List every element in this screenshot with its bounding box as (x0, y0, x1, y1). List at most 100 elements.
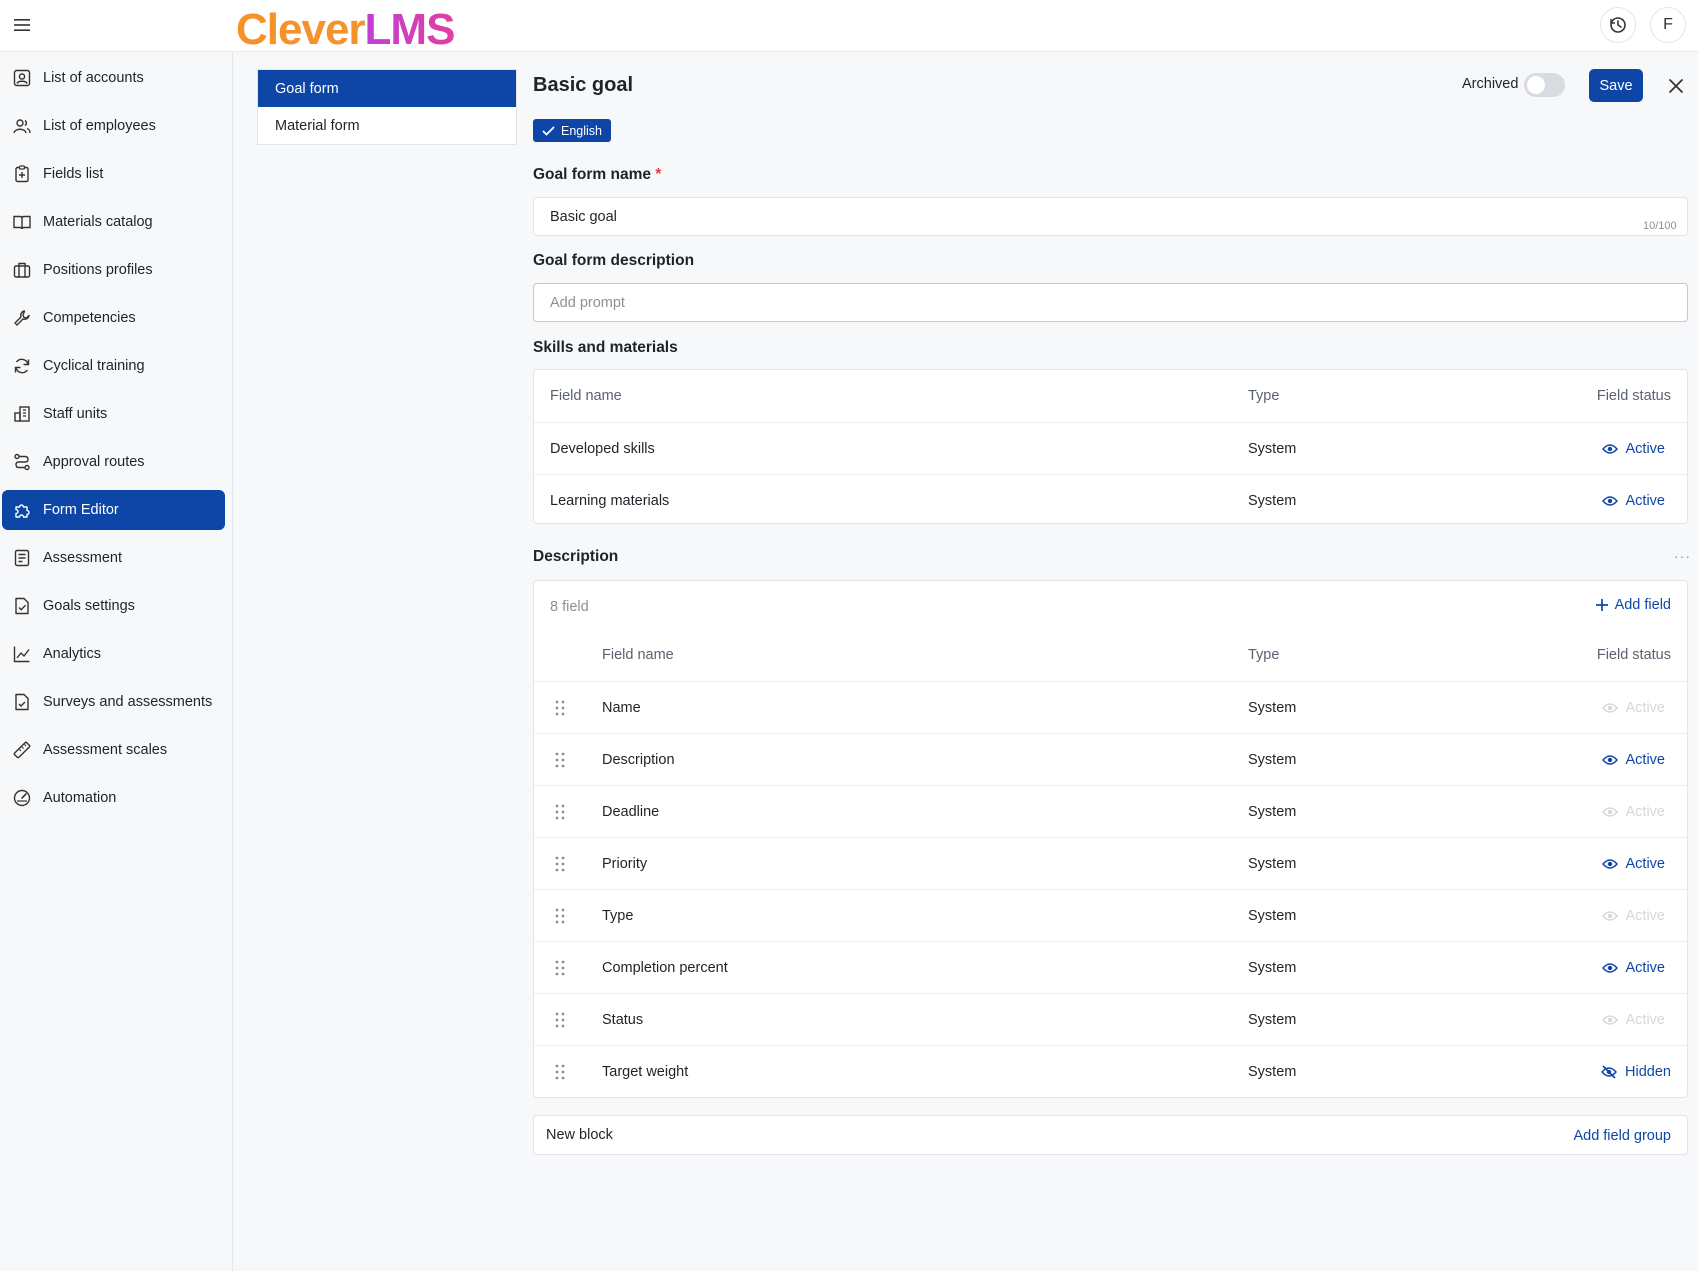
table-header: Field name Type Field status (534, 370, 1687, 422)
skills-section-title: Skills and materials (533, 339, 678, 356)
sidebar-item-label: Fields list (43, 166, 104, 182)
history-icon (1610, 17, 1626, 33)
language-label: English (561, 123, 602, 138)
language-badge[interactable]: English (533, 119, 611, 142)
drag-handle-icon[interactable] (555, 700, 565, 716)
sidebar: List of accounts List of employees Field… (0, 52, 233, 1271)
line-chart-icon (13, 646, 30, 663)
briefcase-icon (13, 262, 31, 278)
sidebar-item-label: Form Editor (43, 502, 119, 518)
menu-icon[interactable] (12, 15, 32, 35)
eye-icon (1601, 702, 1618, 713)
field-type: System (1248, 492, 1297, 509)
table-row: Priority System Active (534, 837, 1687, 889)
sidebar-item-approval-routes[interactable]: Approval routes (2, 442, 225, 482)
goal-form-description-input[interactable] (533, 283, 1688, 322)
sidebar-item-competencies[interactable]: Competencies (2, 298, 225, 338)
history-button[interactable] (1600, 7, 1636, 43)
eye-icon (1601, 1014, 1618, 1025)
eye-icon (1601, 754, 1618, 765)
status-toggle[interactable]: Active (1601, 441, 1665, 457)
table-row: Name System Active (534, 681, 1687, 733)
status-toggle: Active (1601, 1012, 1665, 1028)
drag-handle-icon[interactable] (555, 804, 565, 820)
sidebar-item-list-of-accounts[interactable]: List of accounts (2, 58, 225, 98)
field-name: Learning materials (550, 492, 670, 509)
drag-handle-icon[interactable] (555, 856, 565, 872)
ruler-icon (13, 741, 31, 759)
doc-survey-icon (15, 693, 29, 711)
list-doc-icon (14, 549, 30, 567)
archived-toggle[interactable] (1524, 73, 1565, 97)
drag-handle-icon[interactable] (555, 752, 565, 768)
add-field-group-button[interactable]: Add field group (1573, 1128, 1671, 1144)
field-name: Target weight (602, 1063, 689, 1080)
table-row: Description System Active (534, 733, 1687, 785)
more-options-button[interactable]: ··· (1674, 548, 1691, 564)
app-logo[interactable]: CleverLMS (236, 5, 455, 55)
close-icon[interactable] (1664, 74, 1688, 98)
sidebar-item-surveys-and-assessments[interactable]: Surveys and assessments (2, 682, 225, 722)
sidebar-item-automation[interactable]: Automation (2, 778, 225, 818)
table-row: Target weight System Hidden (534, 1045, 1687, 1097)
eye-icon (1601, 858, 1618, 869)
sidebar-item-form-editor[interactable]: Form Editor (2, 490, 225, 530)
sidebar-item-analytics[interactable]: Analytics (2, 634, 225, 674)
field-type: System (1248, 440, 1297, 457)
drag-handle-icon[interactable] (555, 1064, 565, 1080)
sidebar-item-goals-settings[interactable]: Goals settings (2, 586, 225, 626)
drag-handle-icon[interactable] (555, 960, 565, 976)
book-icon (13, 215, 31, 230)
field-name: Name (602, 699, 641, 716)
field-name: Deadline (602, 803, 660, 820)
field-name: Developed skills (550, 440, 655, 457)
sidebar-item-label: Competencies (43, 310, 136, 326)
sidebar-item-cyclical-training[interactable]: Cyclical training (2, 346, 225, 386)
sidebar-item-assessment[interactable]: Assessment (2, 538, 225, 578)
app-header: CleverLMS F (0, 0, 1698, 55)
account-box-icon (13, 69, 31, 87)
field-type: System (1248, 959, 1297, 976)
column-type: Type (1248, 647, 1280, 663)
eye-icon (1601, 806, 1618, 817)
sidebar-item-label: Automation (43, 790, 117, 806)
status-toggle[interactable]: Active (1601, 493, 1665, 509)
sidebar-item-assessment-scales[interactable]: Assessment scales (2, 730, 225, 770)
field-type: System (1248, 1063, 1297, 1080)
drag-handle-icon[interactable] (555, 1012, 565, 1028)
field-type: System (1248, 803, 1297, 820)
description-section-title: Description (533, 548, 619, 565)
new-block: New block Add field group (533, 1115, 1688, 1155)
status-toggle: Active (1601, 908, 1665, 924)
archived-label: Archived (1462, 76, 1519, 92)
field-name: Description (602, 751, 675, 768)
field-name: Status (602, 1011, 644, 1028)
field-name: Priority (602, 855, 648, 872)
sidebar-item-staff-units[interactable]: Staff units (2, 394, 225, 434)
sidebar-item-positions-profiles[interactable]: Positions profiles (2, 250, 225, 290)
save-button[interactable]: Save (1589, 69, 1643, 102)
sidebar-item-label: Approval routes (43, 454, 145, 470)
sidebar-item-list-of-employees[interactable]: List of employees (2, 106, 225, 146)
doc-check-icon (15, 597, 29, 615)
puzzle-icon (15, 504, 30, 518)
status-toggle[interactable]: Hidden (1601, 1064, 1671, 1080)
sidebar-item-materials-catalog[interactable]: Materials catalog (2, 202, 225, 242)
avatar[interactable]: F (1650, 7, 1686, 43)
sidebar-item-fields-list[interactable]: Fields list (2, 154, 225, 194)
status-toggle[interactable]: Active (1601, 960, 1665, 976)
eye-icon (1601, 443, 1618, 454)
eye-icon (1601, 495, 1618, 506)
goal-form-name-input[interactable] (533, 197, 1688, 236)
field-type: System (1248, 907, 1297, 924)
field-type: System (1248, 751, 1297, 768)
column-field-name: Field name (550, 388, 622, 404)
wrench-icon (14, 310, 30, 326)
status-toggle[interactable]: Active (1601, 752, 1665, 768)
add-field-button[interactable]: Add field (1595, 597, 1671, 613)
drag-handle-icon[interactable] (555, 908, 565, 924)
status-toggle: Active (1601, 804, 1665, 820)
form-item-material-form[interactable]: Material form (258, 107, 516, 144)
status-toggle[interactable]: Active (1601, 856, 1665, 872)
form-item-goal-form[interactable]: Goal form (258, 70, 516, 107)
